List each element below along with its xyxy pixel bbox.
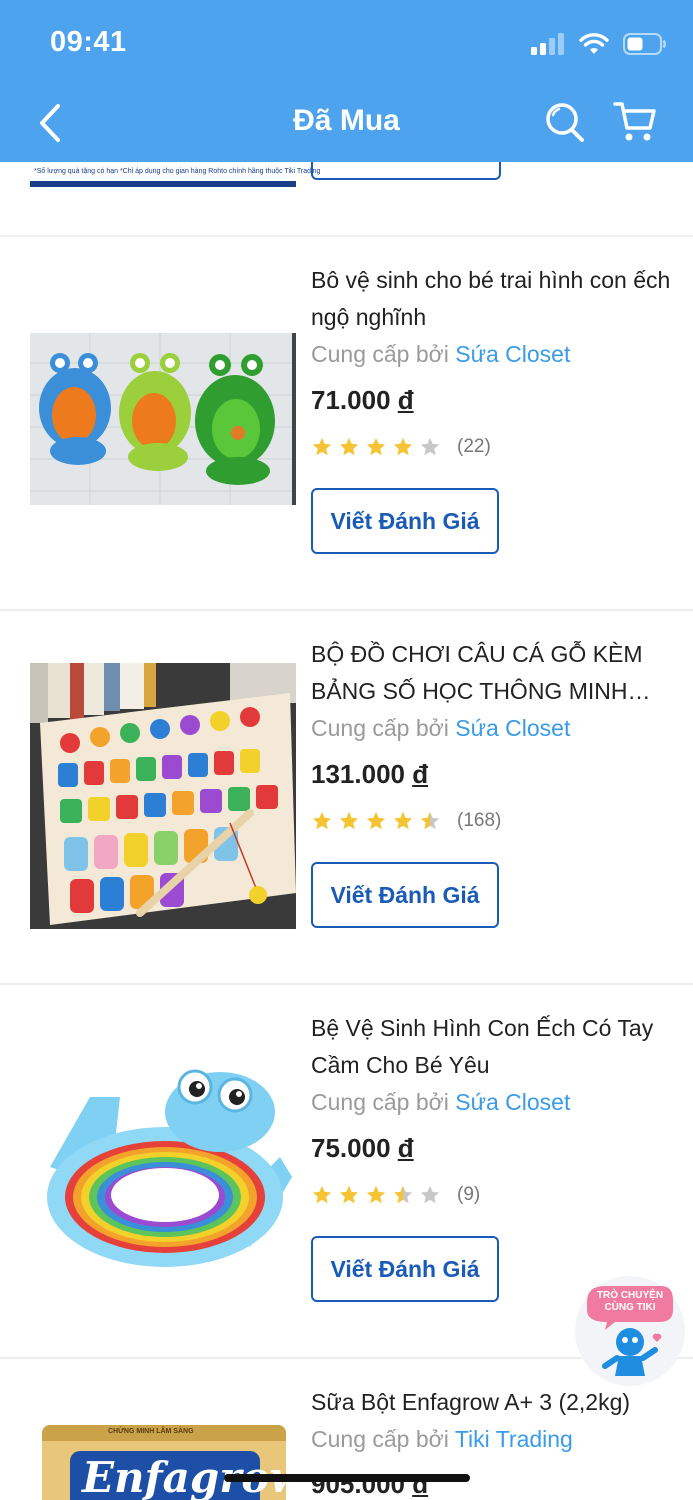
chat-label-line2: CÙNG TIKI — [604, 1302, 656, 1313]
star-icon — [312, 811, 332, 830]
star-rating: (9) — [311, 1183, 480, 1207]
seller-line: Cung cấp bởi Sứa Closet — [311, 1089, 570, 1116]
seller-prefix: Cung cấp bởi — [311, 1089, 449, 1115]
seller-line: Cung cấp bởi Tiki Trading — [311, 1426, 573, 1453]
wifi-icon — [579, 33, 609, 54]
status-icons — [531, 30, 667, 58]
write-review-button[interactable]: Viết Đánh Giá — [311, 488, 499, 554]
star-rating: (168) — [311, 809, 501, 833]
product-title[interactable]: BỘ ĐỒ CHƠI CÂU CÁ GỖ KÈM BẢNG SỐ HỌC THÔ… — [311, 636, 671, 710]
price-value: 131.000 — [311, 759, 405, 789]
chat-with-tiki-button[interactable]: TRÒ CHUYỆN CÙNG TIKI — [575, 1276, 685, 1386]
product-image-enfagrow[interactable]: CHỨNG MINH LÂM SÀNG Enfagrow — [42, 1425, 286, 1500]
stars — [311, 436, 446, 458]
product-image-fishing-toy[interactable] — [30, 663, 296, 929]
promo-banner-text: *Số lượng quà tặng có hạn *Chỉ áp dụng c… — [34, 168, 321, 175]
product-item[interactable]: BỘ ĐỒ CHƠI CÂU CÁ GỖ KÈM BẢNG SỐ HỌC THÔ… — [0, 611, 693, 983]
seller-prefix: Cung cấp bởi — [311, 341, 449, 367]
product-title[interactable]: Bệ Vệ Sinh Hình Con Ếch Có Tay Cầm Cho B… — [311, 1010, 671, 1084]
stars — [311, 1184, 446, 1206]
price-value: 71.000 — [311, 385, 391, 415]
star-icon — [393, 811, 413, 830]
chat-label: TRÒ CHUYỆN CÙNG TIKI — [575, 1290, 685, 1314]
seller-link[interactable]: Sứa Closet — [455, 715, 570, 741]
home-indicator — [224, 1474, 470, 1482]
seller-line: Cung cấp bởi Sứa Closet — [311, 341, 570, 368]
seller-link[interactable]: Sứa Closet — [455, 1089, 570, 1115]
star-icon — [339, 437, 359, 456]
review-count: (9) — [457, 1184, 481, 1205]
currency-symbol: đ — [397, 1133, 414, 1163]
seller-link[interactable]: Tiki Trading — [455, 1426, 573, 1452]
product-title[interactable]: Sữa Bột Enfagrow A+ 3 (2,2kg) — [311, 1384, 671, 1421]
enfagrow-sublabel: CHỨNG MINH LÂM SÀNG — [108, 1428, 194, 1435]
star-icon — [366, 437, 386, 456]
star-icon — [393, 1185, 413, 1204]
product-price: 75.000 đ — [311, 1133, 414, 1164]
star-icon — [393, 437, 413, 456]
status-time: 09:41 — [50, 26, 127, 58]
chat-label-line1: TRÒ CHUYỆN — [596, 1290, 664, 1301]
star-icon — [312, 437, 332, 456]
page-title: Đã Mua — [293, 104, 400, 137]
star-icon — [312, 1185, 332, 1204]
star-rating: (22) — [311, 435, 491, 459]
star-icon — [420, 1185, 440, 1204]
star-icon — [339, 1185, 359, 1204]
product-price: 71.000 đ — [311, 385, 414, 416]
search-icon[interactable] — [544, 100, 586, 144]
battery-icon — [623, 33, 666, 55]
star-icon — [420, 811, 440, 830]
product-title[interactable]: Bô vệ sinh cho bé trai hình con ếch ngộ … — [311, 262, 671, 336]
product-image-frog-urinals[interactable] — [30, 333, 296, 505]
app-header: 09:41 Đã Mua — [0, 0, 693, 162]
cart-icon[interactable] — [612, 98, 658, 144]
review-count: (168) — [457, 810, 502, 831]
product-image-toilet-seat[interactable] — [30, 1057, 296, 1281]
currency-symbol: đ — [397, 385, 414, 415]
review-count: (22) — [457, 436, 491, 457]
seller-line: Cung cấp bởi Sứa Closet — [311, 715, 570, 742]
star-icon — [366, 1185, 386, 1204]
currency-symbol: đ — [412, 759, 429, 789]
star-icon — [339, 811, 359, 830]
product-price: 131.000 đ — [311, 759, 428, 790]
write-review-button[interactable]: Viết Đánh Giá — [311, 862, 499, 928]
stars — [311, 810, 446, 832]
product-item[interactable]: Bô vệ sinh cho bé trai hình con ếch ngộ … — [0, 237, 693, 609]
signal-icon — [531, 33, 564, 55]
seller-prefix: Cung cấp bởi — [311, 715, 449, 741]
star-icon — [366, 811, 386, 830]
price-value: 75.000 — [311, 1133, 391, 1163]
write-review-button[interactable]: Viết Đánh Giá — [311, 1236, 499, 1302]
seller-link[interactable]: Sứa Closet — [455, 341, 570, 367]
star-icon — [420, 437, 440, 456]
seller-prefix: Cung cấp bởi — [311, 1426, 449, 1452]
